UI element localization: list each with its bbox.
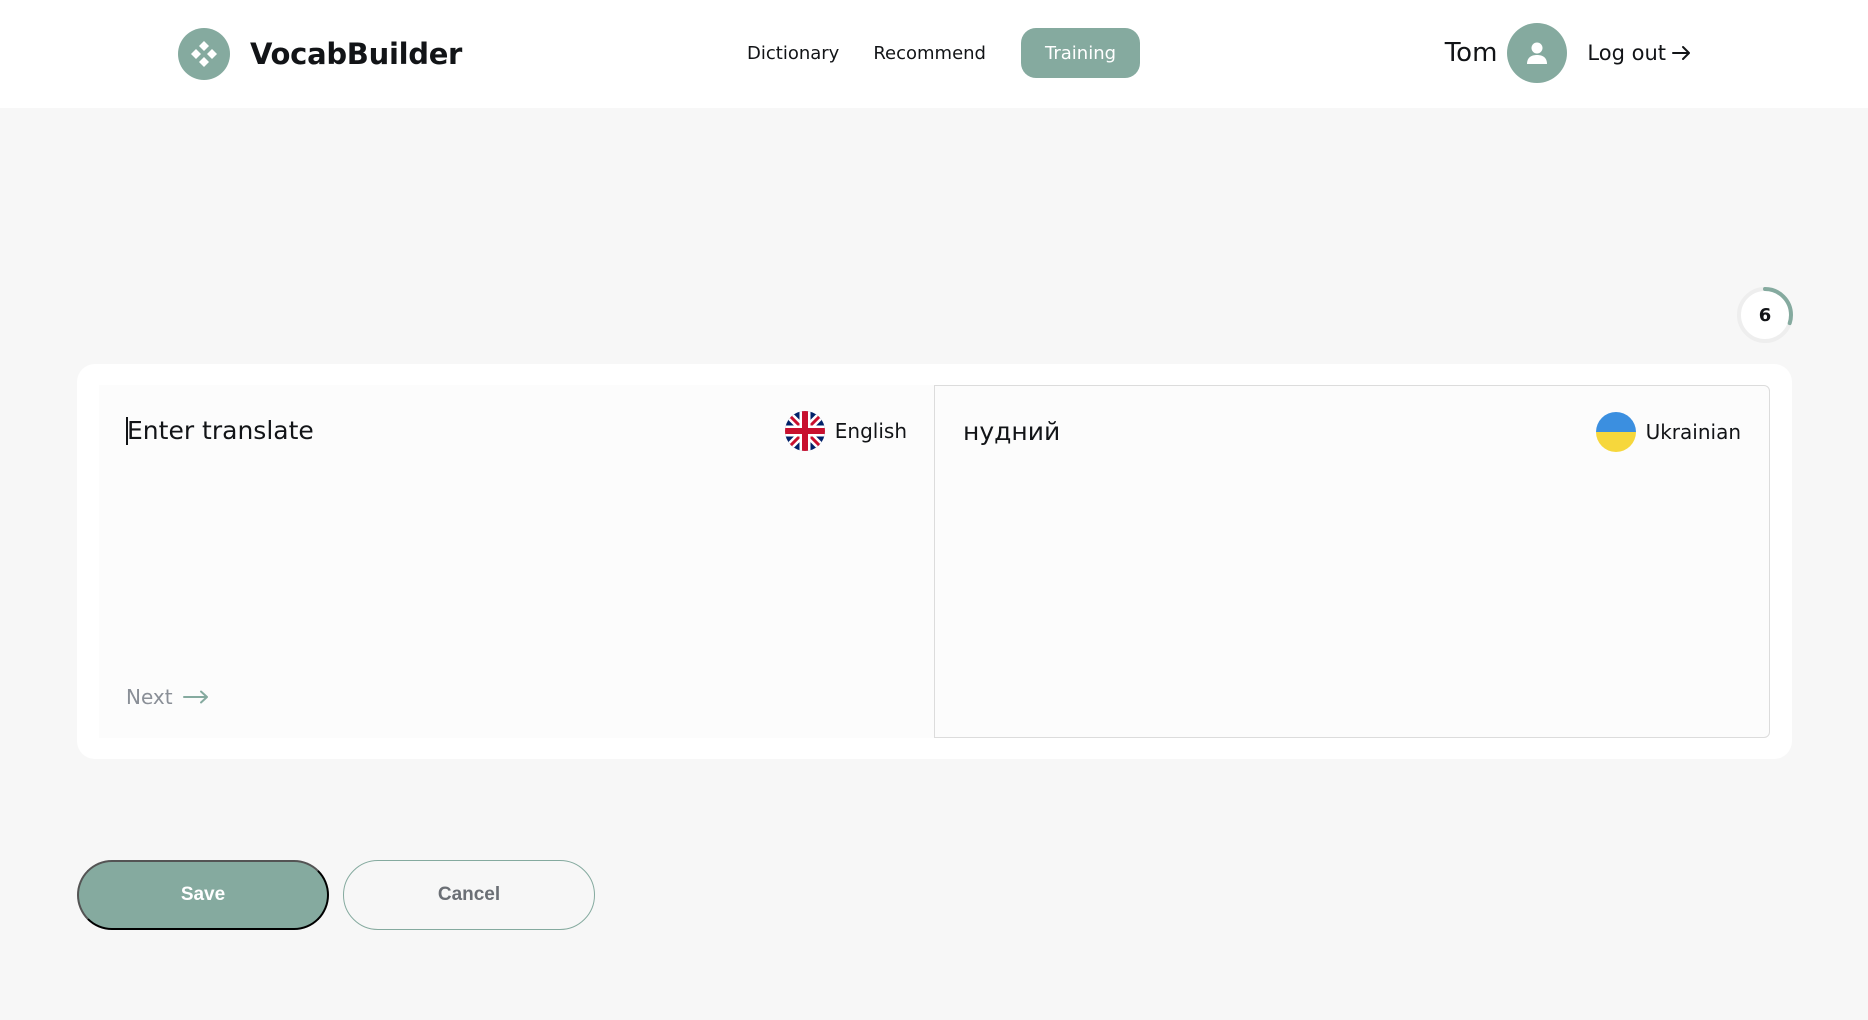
user-name: Tom — [1444, 38, 1498, 68]
ukraine-flag-icon — [1595, 412, 1636, 452]
logout-button[interactable]: Log out — [1587, 41, 1692, 65]
progress-count: 6 — [1758, 304, 1772, 326]
avatar[interactable] — [1507, 23, 1568, 83]
word-display-pane: нудний Ukrainian — [934, 385, 1770, 738]
diamond-petals-icon — [178, 28, 230, 80]
main-nav: Dictionary Recommend Training — [730, 28, 1141, 78]
uk-flag-icon — [784, 411, 825, 451]
source-language-label: English — [834, 419, 907, 443]
progress-indicator: 6 — [1735, 285, 1795, 345]
arrow-right-icon — [1672, 46, 1690, 60]
target-language: Ukrainian — [1595, 412, 1741, 452]
nav-recommend[interactable]: Recommend — [856, 28, 1003, 78]
nav-dictionary[interactable]: Dictionary — [730, 28, 856, 78]
save-button[interactable]: Save — [77, 860, 329, 930]
target-language-label: Ukrainian — [1645, 420, 1741, 444]
translation-input-pane[interactable]: Enter translate English Next — [99, 385, 935, 738]
logo[interactable]: VocabBuilder — [178, 28, 462, 80]
target-word: нудний — [963, 417, 1061, 446]
logo-text: VocabBuilder — [250, 37, 463, 71]
source-language: English — [784, 411, 907, 451]
arrow-right-icon — [182, 690, 208, 704]
user-icon — [1527, 42, 1548, 64]
header: VocabBuilder Dictionary Recommend Traini… — [0, 0, 1868, 108]
user-menu: Tom Log out — [1445, 23, 1692, 83]
translation-input[interactable]: Enter translate — [127, 416, 314, 445]
logout-label: Log out — [1587, 41, 1666, 65]
nav-training[interactable]: Training — [1021, 28, 1141, 78]
next-label: Next — [126, 685, 173, 709]
cancel-button[interactable]: Cancel — [343, 860, 595, 930]
training-card: Enter translate English Next нудний Ukra… — [77, 364, 1792, 759]
next-button[interactable]: Next — [126, 685, 209, 709]
